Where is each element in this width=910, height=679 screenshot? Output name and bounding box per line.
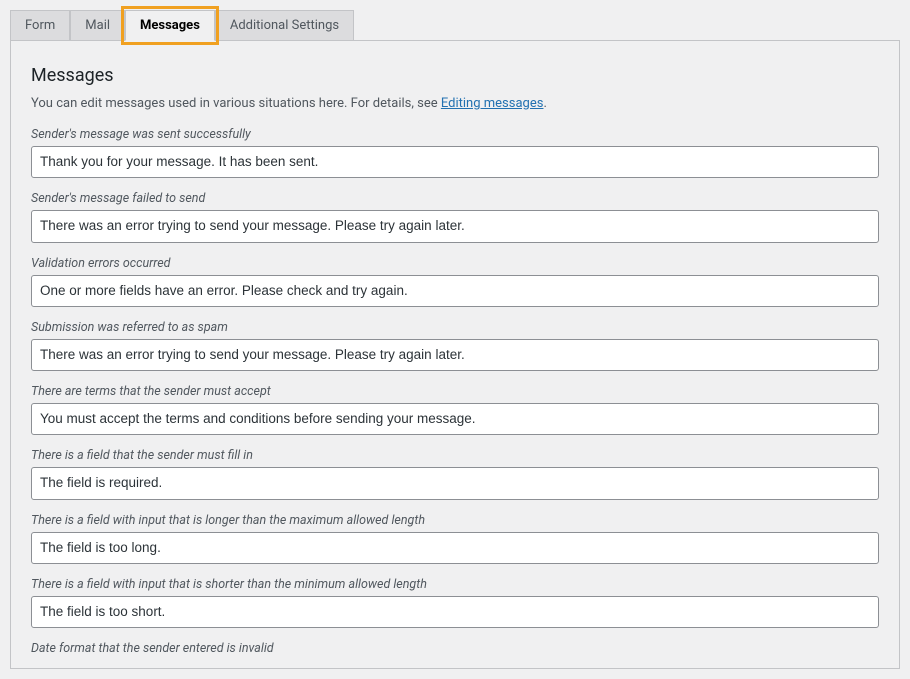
field-sent-ng: Sender's message failed to send [31,191,879,242]
label-sent-ng: Sender's message failed to send [31,191,879,206]
field-terms: There are terms that the sender must acc… [31,384,879,435]
input-spam[interactable] [31,339,879,371]
label-too-long: There is a field with input that is long… [31,513,879,528]
help-text: You can edit messages used in various si… [31,96,879,111]
tabs-bar: Form Mail Messages Additional Settings [10,10,900,41]
input-too-long[interactable] [31,532,879,564]
label-date-invalid: Date format that the sender entered is i… [31,641,879,656]
field-too-long: There is a field with input that is long… [31,513,879,564]
label-spam: Submission was referred to as spam [31,320,879,335]
label-terms: There are terms that the sender must acc… [31,384,879,399]
field-date-invalid: Date format that the sender entered is i… [31,641,879,656]
help-text-after: . [543,96,546,111]
field-sent-ok: Sender's message was sent successfully [31,127,879,178]
label-too-short: There is a field with input that is shor… [31,577,879,592]
input-too-short[interactable] [31,596,879,628]
field-spam: Submission was referred to as spam [31,320,879,371]
tab-form[interactable]: Form [10,10,70,41]
input-sent-ok[interactable] [31,146,879,178]
tab-messages[interactable]: Messages [125,10,215,41]
messages-panel: Messages You can edit messages used in v… [10,40,900,669]
field-required: There is a field that the sender must fi… [31,448,879,499]
help-text-before: You can edit messages used in various si… [31,96,441,111]
label-validation: Validation errors occurred [31,256,879,271]
tab-additional-settings[interactable]: Additional Settings [215,10,354,41]
input-validation[interactable] [31,275,879,307]
label-required: There is a field that the sender must fi… [31,448,879,463]
editing-messages-link[interactable]: Editing messages [441,96,544,111]
field-too-short: There is a field with input that is shor… [31,577,879,628]
field-validation: Validation errors occurred [31,256,879,307]
input-sent-ng[interactable] [31,210,879,242]
tab-mail[interactable]: Mail [70,10,125,41]
input-required[interactable] [31,467,879,499]
label-sent-ok: Sender's message was sent successfully [31,127,879,142]
panel-heading: Messages [31,65,879,86]
input-terms[interactable] [31,403,879,435]
